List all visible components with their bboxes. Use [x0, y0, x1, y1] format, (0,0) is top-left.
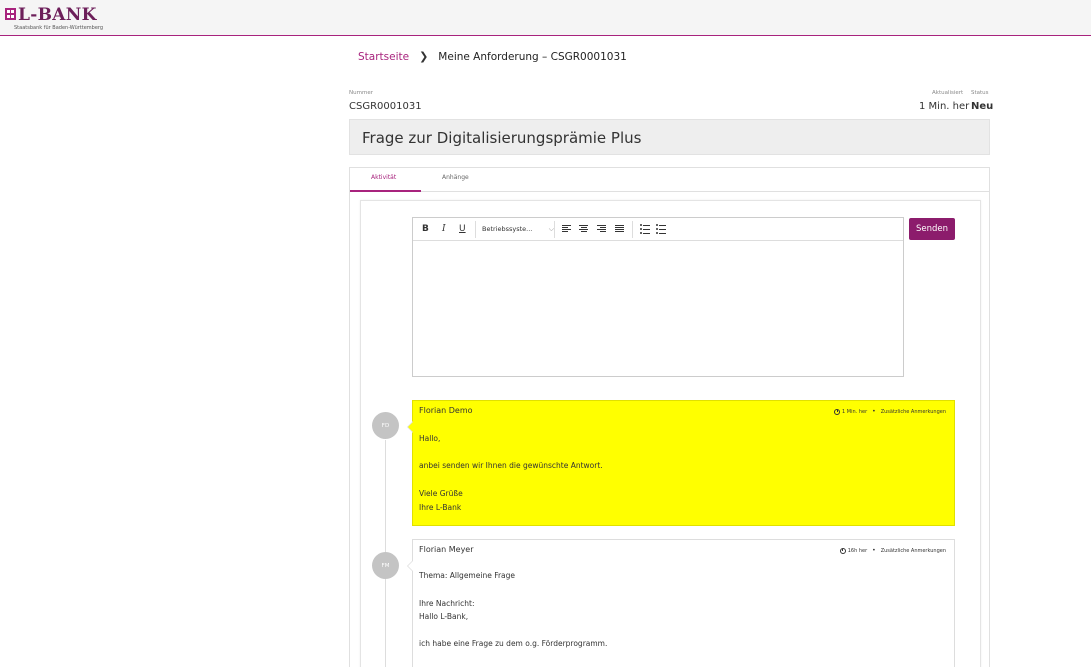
message-line: Hallo L-Bank,	[419, 612, 469, 621]
avatar: FD	[372, 412, 399, 439]
editor-toolbar: B I U Betriebssyste... ⌵	[413, 218, 903, 241]
avatar: FM	[372, 552, 399, 579]
toolbar-divider	[554, 221, 555, 238]
tab-bar: Aktivität Anhänge	[350, 168, 989, 192]
logo-subtitle: Staatsbank für Baden-Württemberg	[14, 25, 104, 31]
toolbar-divider	[475, 221, 476, 238]
separator-dot: •	[872, 408, 876, 415]
breadcrumb-home-link[interactable]: Startseite	[358, 51, 409, 63]
font-family-value: Betriebssyste...	[482, 225, 533, 233]
updated-label: Aktualisiert	[932, 90, 964, 96]
message-line: anbei senden wir Ihnen die gewünschte An…	[419, 461, 603, 470]
message-meta: 1 Min. her • Zusätzliche Anmerkungen	[834, 408, 946, 415]
message-extra-notes[interactable]: Zusätzliche Anmerkungen	[881, 548, 946, 554]
tab-attachments[interactable]: Anhänge	[442, 174, 469, 181]
message-author: Florian Demo	[419, 406, 473, 415]
message-line: Hallo,	[419, 434, 441, 443]
font-family-select[interactable]: Betriebssyste... ⌵	[482, 223, 560, 236]
message-line: Thema: Allgemeine Frage	[419, 571, 516, 580]
l-bank-logo[interactable]: L-BANK Staatsbank für Baden-Württemberg	[4, 6, 124, 32]
message-line: ich habe eine Frage zu dem o.g. Förderpr…	[419, 639, 608, 648]
align-justify-icon[interactable]	[615, 225, 624, 233]
bold-button[interactable]: B	[422, 223, 429, 235]
message-input[interactable]	[413, 241, 903, 376]
message-author: Florian Meyer	[419, 545, 474, 554]
message-line: Ihre Nachricht:	[419, 599, 475, 608]
message-line: Viele Grüße	[419, 489, 463, 498]
bullet-list-icon[interactable]	[640, 224, 650, 234]
message-line: Ihre L-Bank	[419, 503, 462, 512]
message-extra-notes[interactable]: Zusätzliche Anmerkungen	[881, 409, 946, 415]
align-center-icon[interactable]	[579, 225, 588, 233]
message-time: 1 Min. her	[842, 408, 868, 415]
number-label: Nummer	[349, 90, 373, 96]
card-arrow-inner	[408, 561, 413, 571]
clock-icon	[834, 408, 841, 415]
send-button[interactable]: Senden	[909, 218, 955, 240]
tab-activity[interactable]: Aktivität	[371, 174, 396, 181]
request-title: Frage zur Digitalisierungsprämie Plus	[362, 129, 642, 147]
card-arrow-inner	[408, 422, 413, 432]
align-right-icon[interactable]	[597, 225, 606, 233]
status-value: Neu	[971, 101, 994, 112]
status-label: Status	[971, 90, 989, 96]
l-bank-crest-icon	[5, 8, 16, 20]
clock-icon	[839, 547, 846, 554]
top-bar: L-BANK Staatsbank für Baden-Württemberg	[0, 0, 1091, 36]
numbered-list-icon[interactable]	[656, 224, 666, 234]
updated-value: 1 Min. her	[919, 101, 970, 112]
breadcrumb-current: Meine Anforderung – CSGR0001031	[438, 50, 627, 63]
active-tab-indicator	[350, 190, 421, 192]
underline-button[interactable]: U	[459, 223, 466, 235]
request-title-box: Frage zur Digitalisierungsprämie Plus	[349, 119, 990, 155]
italic-button[interactable]: I	[442, 223, 446, 235]
message-card: Florian Demo 1 Min. her • Zusätzliche An…	[407, 400, 955, 526]
separator-dot: •	[872, 547, 876, 554]
toolbar-divider	[632, 221, 633, 238]
breadcrumb: Startseite ❯ Meine Anforderung – CSGR000…	[358, 50, 627, 63]
message-meta: 16h her • Zusätzliche Anmerkungen	[839, 547, 946, 554]
align-left-icon[interactable]	[562, 225, 571, 233]
chevron-right-icon: ❯	[419, 50, 429, 63]
rich-text-editor: B I U Betriebssyste... ⌵	[412, 217, 904, 377]
number-value: CSGR0001031	[349, 101, 422, 112]
message-card: Florian Meyer 16h her • Zusätzliche Anme…	[407, 539, 955, 667]
logo-name: L-BANK	[18, 5, 97, 25]
message-time: 16h her	[847, 547, 868, 554]
